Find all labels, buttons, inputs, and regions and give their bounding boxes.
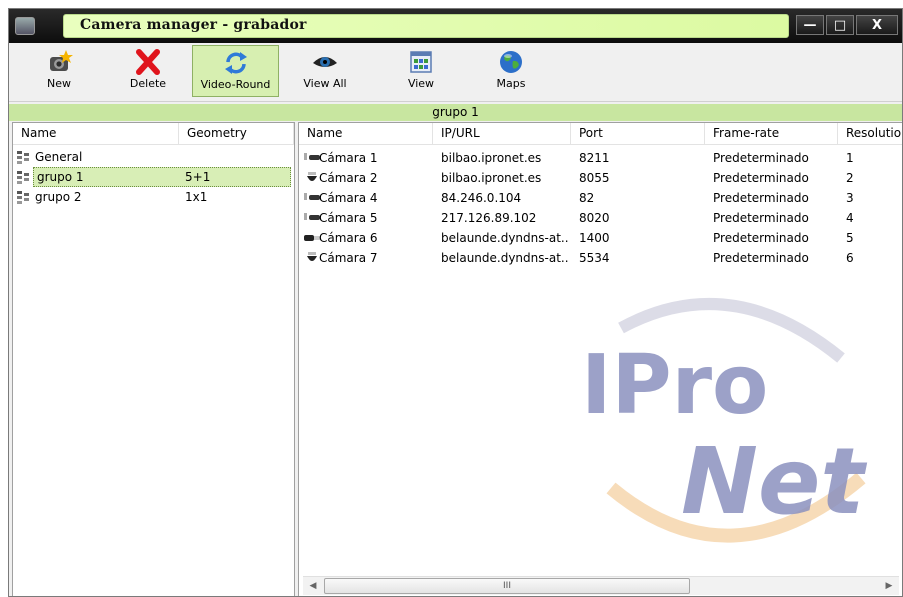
- group-geometry: 5+1: [185, 170, 211, 184]
- group-cameras-icon: [17, 191, 29, 204]
- cameras-list-panel: Name IP/URL Port Frame-rate Resolution I…: [298, 122, 902, 596]
- camera-ip: 84.246.0.104: [441, 191, 522, 205]
- delete-x-icon: [136, 49, 160, 75]
- camera-frame-rate: Predeterminado: [713, 171, 809, 185]
- group-cameras-icon: [17, 171, 29, 184]
- camera-port: 5534: [579, 251, 610, 265]
- group-geometry: 1x1: [185, 190, 208, 204]
- camera-row[interactable]: Cámara 6 belaunde.dyndns-at... 1400 Pred…: [299, 228, 902, 248]
- video-round-button-label: Video-Round: [200, 78, 271, 91]
- camera-resolution: 3: [846, 191, 854, 205]
- camera-resolution: 6: [846, 251, 854, 265]
- camera-frame-rate: Predeterminado: [713, 211, 809, 225]
- column-header-resolution[interactable]: Resolution: [838, 123, 902, 144]
- watermark-text-ipro: IPro: [581, 338, 768, 433]
- group-row-general[interactable]: General: [13, 147, 294, 167]
- horizontal-scrollbar[interactable]: ◀ III ▶: [303, 576, 899, 595]
- maps-button-label: Maps: [496, 77, 526, 90]
- camera-resolution: 4: [846, 211, 854, 225]
- camera-resolution: 1: [846, 151, 854, 165]
- globe-icon: [500, 51, 522, 73]
- camera-row[interactable]: Cámara 1 bilbao.ipronet.es 8211 Predeter…: [299, 148, 902, 168]
- column-header-port[interactable]: Port: [571, 123, 705, 144]
- group-row-grupo-1[interactable]: grupo 1 5+1: [13, 167, 294, 187]
- new-button-label: New: [47, 77, 71, 90]
- column-header-ip-url[interactable]: IP/URL: [433, 123, 571, 144]
- camera-port: 8020: [579, 211, 610, 225]
- group-row-grupo-2[interactable]: grupo 2 1x1: [13, 187, 294, 207]
- window-title: Camera manager - grabador: [80, 17, 307, 33]
- camera-row[interactable]: Cámara 5 217.126.89.102 8020 Predetermin…: [299, 208, 902, 228]
- new-button[interactable]: New: [39, 45, 79, 97]
- scroll-left-arrow-icon[interactable]: ◀: [305, 579, 321, 593]
- close-button[interactable]: X: [856, 15, 898, 35]
- refresh-arrows-icon: [224, 52, 247, 74]
- group-name: grupo 1: [37, 170, 84, 184]
- camera-port: 82: [579, 191, 595, 205]
- camera-port: 1400: [579, 231, 610, 245]
- camera-manager-window: Camera manager - grabador — □ X New Dele…: [8, 8, 903, 597]
- title-pill: Camera manager - grabador: [63, 14, 789, 38]
- delete-button[interactable]: Delete: [125, 45, 171, 97]
- maps-button[interactable]: Maps: [489, 45, 533, 97]
- video-round-button[interactable]: Video-Round: [192, 45, 279, 97]
- group-name: General: [35, 150, 83, 164]
- camera-ip: belaunde.dyndns-at...: [441, 231, 569, 245]
- camera-name: Cámara 6: [319, 231, 378, 245]
- app-camera-icon: [15, 17, 35, 35]
- watermark-text-net: Net: [681, 428, 867, 535]
- camera-port: 8211: [579, 151, 610, 165]
- camera-row[interactable]: Cámara 7 belaunde.dyndns-at... 5534 Pred…: [299, 248, 902, 268]
- scrollbar-thumb[interactable]: III: [324, 578, 690, 594]
- camera-row[interactable]: Cámara 2 bilbao.ipronet.es 8055 Predeter…: [299, 168, 902, 188]
- camera-port: 8055: [579, 171, 610, 185]
- view-button[interactable]: View: [401, 45, 441, 97]
- camera-name: Cámara 1: [319, 151, 378, 165]
- camera-frame-rate: Predeterminado: [713, 231, 809, 245]
- camera-row[interactable]: Cámara 4 84.246.0.104 82 Predeterminado …: [299, 188, 902, 208]
- column-header-frame-rate[interactable]: Frame-rate: [705, 123, 838, 144]
- column-header-name[interactable]: Name: [13, 123, 179, 144]
- camera-ip: bilbao.ipronet.es: [441, 151, 542, 165]
- camera-name: Cámara 5: [319, 211, 378, 225]
- grid-view-icon: [410, 51, 432, 73]
- scroll-right-arrow-icon[interactable]: ▶: [881, 579, 897, 593]
- title-bar[interactable]: Camera manager - grabador — □ X: [9, 9, 902, 43]
- delete-button-label: Delete: [129, 77, 167, 90]
- camera-resolution: 5: [846, 231, 854, 245]
- eye-icon: [313, 57, 337, 67]
- camera-frame-rate: Predeterminado: [713, 151, 809, 165]
- column-header-name[interactable]: Name: [299, 123, 433, 144]
- camera-ip: bilbao.ipronet.es: [441, 171, 542, 185]
- column-header-geometry[interactable]: Geometry: [179, 123, 294, 144]
- view-all-button-label: View All: [303, 77, 347, 90]
- toolbar: New Delete Video-Round View All View Map…: [9, 43, 902, 102]
- group-cameras-icon: [17, 151, 29, 164]
- header-divider: [299, 144, 902, 145]
- camera-ip: 217.126.89.102: [441, 211, 537, 225]
- groups-list-panel: Name Geometry General grupo 1 5+1 grupo …: [12, 122, 295, 596]
- camera-name: Cámara 7: [319, 251, 378, 265]
- camera-name: Cámara 2: [319, 171, 378, 185]
- camera-name: Cámara 4: [319, 191, 378, 205]
- camera-resolution: 2: [846, 171, 854, 185]
- group-name: grupo 2: [35, 190, 82, 204]
- current-group-header: grupo 1: [9, 104, 902, 121]
- maximize-button[interactable]: □: [826, 15, 854, 35]
- ipronet-watermark-logo: IPro Net: [581, 298, 867, 543]
- header-divider: [13, 144, 294, 145]
- camera-frame-rate: Predeterminado: [713, 251, 809, 265]
- group-geometry: [185, 147, 285, 167]
- camera-ip: belaunde.dyndns-at...: [441, 251, 569, 265]
- minimize-button[interactable]: —: [796, 15, 824, 35]
- camera-frame-rate: Predeterminado: [713, 191, 809, 205]
- view-button-label: View: [407, 77, 435, 90]
- new-camera-icon: [50, 50, 73, 71]
- view-all-button[interactable]: View All: [302, 45, 348, 97]
